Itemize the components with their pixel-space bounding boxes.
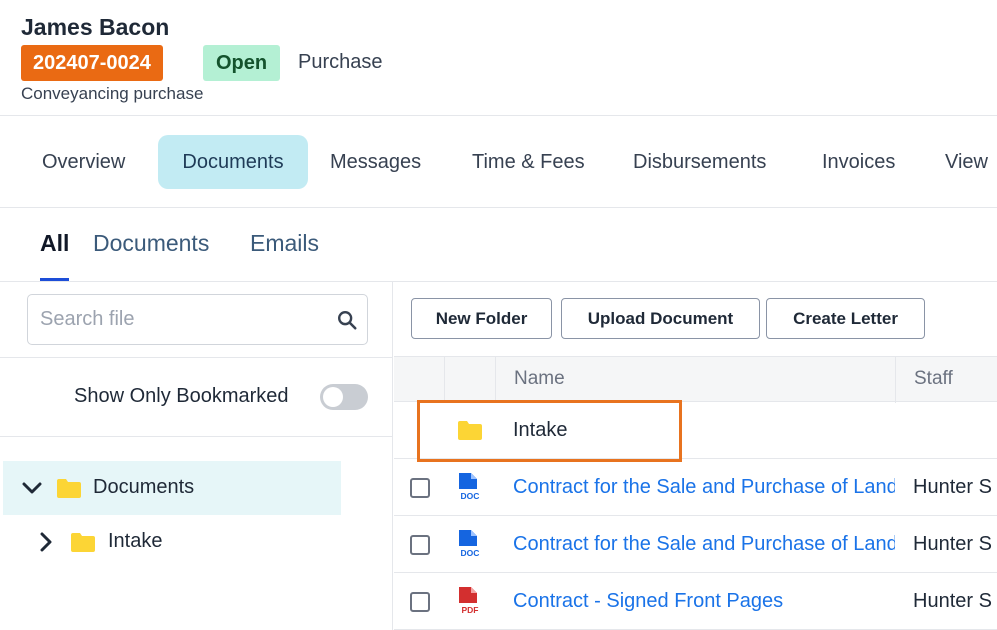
tab-documents[interactable]: Documents — [158, 135, 308, 189]
new-folder-button[interactable]: New Folder — [411, 298, 552, 339]
svg-text:DOC: DOC — [461, 491, 480, 501]
table-row[interactable]: PDF Contract - Signed Front Pages Hunter… — [394, 573, 997, 630]
column-separator — [444, 357, 445, 403]
folder-icon — [458, 421, 482, 440]
tab-time-fees[interactable]: Time & Fees — [472, 135, 585, 189]
folder-icon — [71, 533, 95, 552]
tab-view[interactable]: View — [945, 135, 988, 189]
tree-item-label: Intake — [108, 530, 163, 552]
tab-disbursements[interactable]: Disbursements — [633, 135, 766, 189]
column-header-name[interactable]: Name — [514, 368, 565, 390]
chevron-right-icon[interactable] — [36, 532, 56, 552]
create-letter-button[interactable]: Create Letter — [766, 298, 925, 339]
column-separator — [895, 357, 896, 403]
subtab-all[interactable]: All — [40, 230, 69, 257]
client-name: James Bacon — [21, 14, 170, 40]
tree-item-intake[interactable]: Intake — [3, 515, 341, 569]
search-input[interactable] — [28, 295, 328, 344]
matter-type: Purchase — [298, 51, 383, 73]
staff-name: Hunter S — [913, 590, 992, 612]
word-doc-icon: DOC — [459, 530, 480, 558]
svg-text:DOC: DOC — [461, 548, 480, 558]
folder-sidebar: Show Only Bookmarked Documents Intake — [0, 282, 393, 630]
tab-overview[interactable]: Overview — [42, 135, 125, 189]
bookmark-filter-label: Show Only Bookmarked — [74, 385, 289, 407]
document-name-link[interactable]: Contract for the Sale and Purchase of La… — [513, 533, 895, 556]
chevron-down-icon[interactable] — [22, 478, 42, 498]
matter-header: James Bacon 202407-0024 Open Purchase Co… — [0, 0, 997, 116]
subtab-documents[interactable]: Documents — [93, 230, 209, 257]
staff-name: Hunter S — [913, 533, 992, 555]
search-icon[interactable] — [336, 309, 358, 331]
document-list-panel: New Folder Upload Document Create Letter… — [394, 282, 997, 630]
pdf-icon: PDF — [459, 587, 479, 615]
tree-item-label: Documents — [93, 476, 195, 498]
column-header-staff[interactable]: Staff — [914, 368, 953, 390]
status-badge: Open — [203, 45, 281, 81]
divider — [0, 357, 393, 358]
word-doc-icon: DOC — [459, 473, 480, 501]
document-subtabs: All Documents Emails — [0, 208, 997, 282]
toggle-knob — [323, 387, 343, 407]
column-separator — [495, 357, 496, 403]
table-row[interactable]: DOC Contract for the Sale and Purchase o… — [394, 459, 997, 516]
main-tabs: Overview Documents Messages Time & Fees … — [0, 116, 997, 208]
row-checkbox[interactable] — [410, 592, 430, 612]
matter-number-badge: 202407-0024 — [21, 45, 163, 81]
document-name-link[interactable]: Contract - Signed Front Pages — [513, 590, 895, 613]
search-box — [27, 294, 368, 345]
table-row[interactable]: Intake — [394, 402, 997, 459]
svg-text:PDF: PDF — [462, 605, 479, 615]
folder-icon — [57, 479, 81, 498]
bookmark-toggle[interactable] — [320, 384, 368, 410]
active-subtab-indicator — [40, 278, 69, 281]
tree-item-documents[interactable]: Documents — [3, 461, 341, 515]
table-header: Name Staff — [394, 356, 997, 403]
upload-document-button[interactable]: Upload Document — [561, 298, 760, 339]
subtab-emails[interactable]: Emails — [250, 230, 319, 257]
folder-name[interactable]: Intake — [513, 419, 895, 442]
row-checkbox[interactable] — [410, 535, 430, 555]
divider — [0, 436, 393, 437]
staff-name: Hunter S — [913, 476, 992, 498]
tab-invoices[interactable]: Invoices — [822, 135, 895, 189]
document-name-link[interactable]: Contract for the Sale and Purchase of La… — [513, 476, 895, 499]
table-row[interactable]: DOC Contract for the Sale and Purchase o… — [394, 516, 997, 573]
tab-messages[interactable]: Messages — [330, 135, 421, 189]
row-checkbox[interactable] — [410, 478, 430, 498]
matter-description: Conveyancing purchase — [21, 84, 204, 103]
